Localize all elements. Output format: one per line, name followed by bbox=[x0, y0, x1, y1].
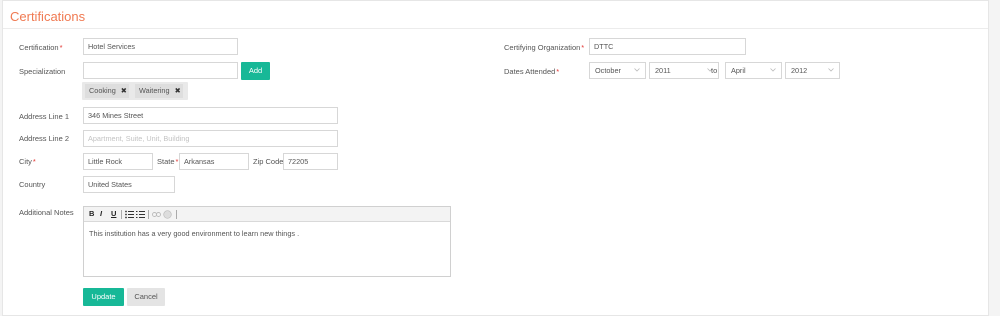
dates-to-label: to bbox=[711, 66, 718, 75]
toolbar-separator bbox=[121, 210, 122, 219]
italic-button[interactable]: I bbox=[100, 209, 102, 218]
address1-label: Address Line 1 bbox=[19, 112, 70, 121]
state-input[interactable]: Arkansas bbox=[179, 153, 249, 170]
zip-label: Zip Code bbox=[253, 157, 284, 166]
specialization-tags: Cooking ✖ Waitering ✖ bbox=[82, 82, 188, 100]
country-input[interactable]: United States bbox=[83, 176, 175, 193]
certifying-org-input[interactable]: DTTC bbox=[589, 38, 746, 55]
tag-waitering: Waitering ✖ bbox=[135, 84, 183, 98]
certification-label: Certification* bbox=[19, 43, 63, 52]
link-icon[interactable] bbox=[152, 211, 161, 218]
editor-toolbar: B I U bbox=[84, 207, 450, 222]
tag-cooking: Cooking ✖ bbox=[85, 84, 129, 98]
underline-button[interactable]: U bbox=[111, 209, 116, 218]
bullet-list-icon[interactable] bbox=[125, 210, 134, 219]
remove-tag-icon[interactable]: ✖ bbox=[175, 86, 181, 95]
city-input[interactable]: Little Rock bbox=[83, 153, 153, 170]
certification-input[interactable]: Hotel Services bbox=[83, 38, 238, 55]
to-month-select[interactable]: April bbox=[725, 62, 782, 79]
address2-label: Address Line 2 bbox=[19, 134, 70, 143]
state-label: State* bbox=[157, 157, 179, 166]
chevron-down-icon bbox=[634, 68, 640, 72]
to-year-select[interactable]: 2012 bbox=[785, 62, 840, 79]
zip-input[interactable]: 72205 bbox=[283, 153, 338, 170]
country-label: Country bbox=[19, 180, 46, 189]
city-label: City* bbox=[19, 157, 36, 166]
notes-label: Additional Notes bbox=[19, 208, 74, 217]
to-month-value: April bbox=[731, 66, 746, 75]
notes-text: This institution has a very good environ… bbox=[89, 229, 300, 238]
tag-label: Waitering bbox=[139, 86, 170, 95]
specialization-label: Specialization bbox=[19, 67, 66, 76]
specialization-input[interactable] bbox=[83, 62, 238, 79]
toolbar-separator bbox=[176, 210, 177, 219]
chevron-down-icon bbox=[828, 68, 834, 72]
from-month-value: October bbox=[595, 66, 621, 75]
from-month-select[interactable]: October bbox=[589, 62, 646, 79]
notes-editor[interactable]: B I U This institution has a very good e… bbox=[83, 206, 451, 277]
add-specialization-button[interactable]: Add bbox=[241, 62, 270, 80]
bold-button[interactable]: B bbox=[89, 209, 94, 218]
unlink-icon[interactable] bbox=[163, 210, 172, 219]
panel-title: Certifications bbox=[10, 9, 86, 24]
chevron-down-icon bbox=[770, 68, 776, 72]
tag-label: Cooking bbox=[89, 86, 116, 95]
dates-attended-label: Dates Attended* bbox=[504, 67, 560, 76]
address2-input[interactable]: Apartment, Suite, Unit, Building bbox=[83, 130, 338, 147]
address1-input[interactable]: 346 Mines Street bbox=[83, 107, 338, 124]
certifying-org-label: Certifying Organization* bbox=[504, 43, 585, 52]
cancel-button[interactable]: Cancel bbox=[127, 288, 165, 306]
from-year-value: 2011 bbox=[655, 66, 671, 75]
from-year-select[interactable]: 2011 bbox=[649, 62, 719, 79]
title-divider bbox=[3, 28, 988, 29]
to-year-value: 2012 bbox=[791, 66, 808, 75]
update-button[interactable]: Update bbox=[83, 288, 124, 306]
remove-tag-icon[interactable]: ✖ bbox=[121, 86, 127, 95]
toolbar-separator bbox=[148, 210, 149, 219]
numbered-list-icon[interactable] bbox=[136, 210, 145, 219]
